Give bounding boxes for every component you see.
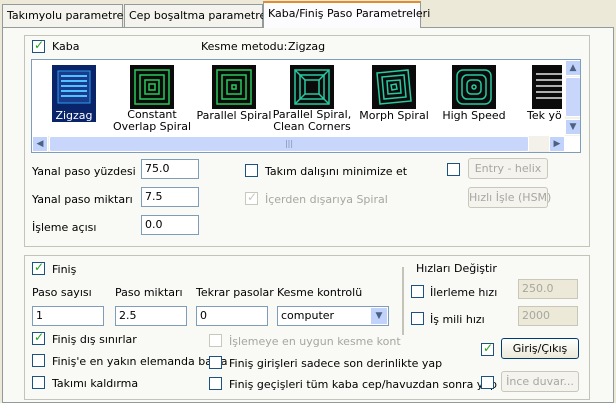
final-depth-label: Finiş girişleri sadece son derinlikte ya… — [229, 357, 443, 370]
speed-override-title: Hızları Değiştir — [414, 262, 499, 275]
stepover-amount-label: Yanal paso miktarı — [32, 193, 133, 206]
entry-helix-button[interactable]: Entry - helix — [468, 158, 548, 179]
start-closest-checkbox[interactable] — [32, 354, 45, 367]
spiral-inside-out-checkbox[interactable]: ✓ — [245, 190, 258, 205]
tab-toolpath-parameters[interactable]: Takımyolu parametreleri — [2, 4, 141, 27]
after-all-roughing-checkbox[interactable] — [209, 377, 222, 390]
stepover-amount-input[interactable]: 7.5 — [141, 187, 199, 207]
constant-overlap-spiral-icon[interactable] — [130, 65, 174, 109]
stepover-percent-input[interactable]: 75.0 — [141, 159, 199, 179]
scroll-right-icon[interactable]: ▶ — [549, 136, 565, 152]
spindle-speed-checkbox[interactable] — [411, 312, 424, 325]
scroll-thumb-horizontal[interactable]: ||| — [49, 136, 529, 152]
feed-rate-checkbox[interactable] — [411, 285, 424, 298]
finish-spacing-label: Paso miktarı — [115, 286, 183, 299]
finish-outer-checkbox[interactable]: ✓ — [32, 330, 45, 345]
optimize-comp-label: İşlemeye en uygun kesme kont — [229, 335, 401, 348]
feed-rate-label: İlerleme hızı — [430, 286, 498, 299]
keep-tool-down-label: Takımı kaldırma — [52, 377, 139, 390]
spindle-speed-input[interactable]: 2000 — [518, 306, 578, 326]
thin-wall-checkbox[interactable] — [481, 376, 494, 389]
cutting-method-label: Kesme metodu: — [201, 40, 288, 53]
start-closest-label: Finiş'e en yakın elemanda başla — [52, 355, 228, 368]
cutter-comp-value: computer — [281, 309, 335, 322]
scroll-down-icon[interactable]: ▼ — [565, 119, 580, 135]
parallel-spiral-icon[interactable] — [212, 65, 256, 109]
speed-override-group — [402, 267, 404, 335]
stepover-percent-label: Yanal paso yüzdesi — [32, 165, 136, 178]
finish-outer-label: Finiş dış sınırlar — [52, 333, 137, 346]
one-way-icon[interactable] — [532, 65, 562, 109]
cutter-comp-label: Kesme kontrolü — [277, 286, 363, 299]
minimize-plunge-checkbox[interactable] — [245, 164, 258, 177]
cutting-method-value: Zigzag — [288, 40, 326, 53]
finish-checkbox[interactable]: ✓ — [32, 260, 45, 275]
chevron-down-icon[interactable]: ▼ — [371, 308, 387, 324]
strategy-label-morph-spiral: Morph Spiral — [359, 109, 429, 122]
minimize-plunge-label: Takım dalışını minimize et — [265, 165, 408, 178]
lead-in-out-checkbox[interactable]: ✓ — [481, 341, 494, 356]
strategy-label-parallel-spiral: Parallel Spiral — [196, 109, 272, 122]
after-all-roughing-label: Finiş geçişleri tüm kaba cep/havuzdan so… — [229, 378, 498, 391]
spring-passes-label: Tekrar pasolar — [196, 286, 274, 299]
scroll-up-icon[interactable]: ▲ — [565, 60, 580, 76]
rough-label: Kaba — [52, 40, 80, 53]
tab-pocketing-parameters[interactable]: Cep boşaltma parametreleri — [124, 4, 284, 27]
cutting-method-list[interactable]: Zigzag Constant Overlap Spiral Parallel … — [31, 59, 581, 153]
hsm-button[interactable]: Hızlı İşle (HSM) — [468, 187, 551, 208]
finish-spacing-input[interactable]: 2.5 — [115, 306, 187, 326]
spindle-speed-label: İş mili hızı — [430, 313, 485, 326]
zigzag-icon[interactable] — [52, 65, 96, 109]
optimize-comp-checkbox[interactable] — [209, 334, 222, 347]
scroll-thumb[interactable] — [565, 77, 580, 117]
rough-angle-input[interactable]: 0.0 — [141, 215, 199, 235]
keep-tool-down-checkbox[interactable] — [32, 376, 45, 389]
high-speed-icon[interactable] — [452, 65, 496, 109]
thin-wall-button[interactable]: İnce duvar... — [501, 371, 579, 392]
parallel-spiral-clean-corners-icon[interactable] — [290, 65, 334, 109]
spring-passes-input[interactable]: 0 — [196, 306, 268, 326]
finish-passes-input[interactable]: 1 — [32, 306, 104, 326]
list-horizontal-scrollbar[interactable]: ◀ ||| ▶ — [32, 136, 565, 152]
feed-rate-input[interactable]: 250.0 — [518, 279, 578, 299]
strategy-label-parallel-spiral-clean-corners: Parallel Spiral, Clean Corners — [272, 108, 352, 133]
entry-helix-checkbox[interactable] — [447, 163, 460, 176]
finish-passes-label: Paso sayısı — [32, 286, 92, 299]
final-depth-checkbox[interactable] — [209, 356, 222, 369]
rough-angle-label: İşleme açısı — [32, 221, 97, 234]
rough-checkbox[interactable]: ✓ — [32, 38, 45, 53]
tab-rough-finish-parameters[interactable]: Kaba/Finiş Paso Parametreleri — [263, 1, 430, 28]
strategy-label-constant-overlap-spiral: Constant Overlap Spiral — [112, 108, 192, 133]
lead-in-out-button[interactable]: Giriş/Çıkış — [501, 338, 579, 359]
spiral-inside-out-label: İçerden dışarıya Spiral — [265, 193, 388, 206]
morph-spiral-icon[interactable] — [372, 65, 416, 109]
finish-label: Finiş — [52, 263, 77, 276]
scroll-left-icon[interactable]: ◀ — [32, 136, 48, 152]
strategy-label-zigzag: Zigzag — [52, 109, 96, 122]
strategy-label-high-speed: High Speed — [442, 109, 506, 122]
cutter-comp-select[interactable]: computer ▼ — [277, 306, 389, 326]
list-vertical-scrollbar[interactable]: ▲ ▼ — [565, 60, 580, 136]
